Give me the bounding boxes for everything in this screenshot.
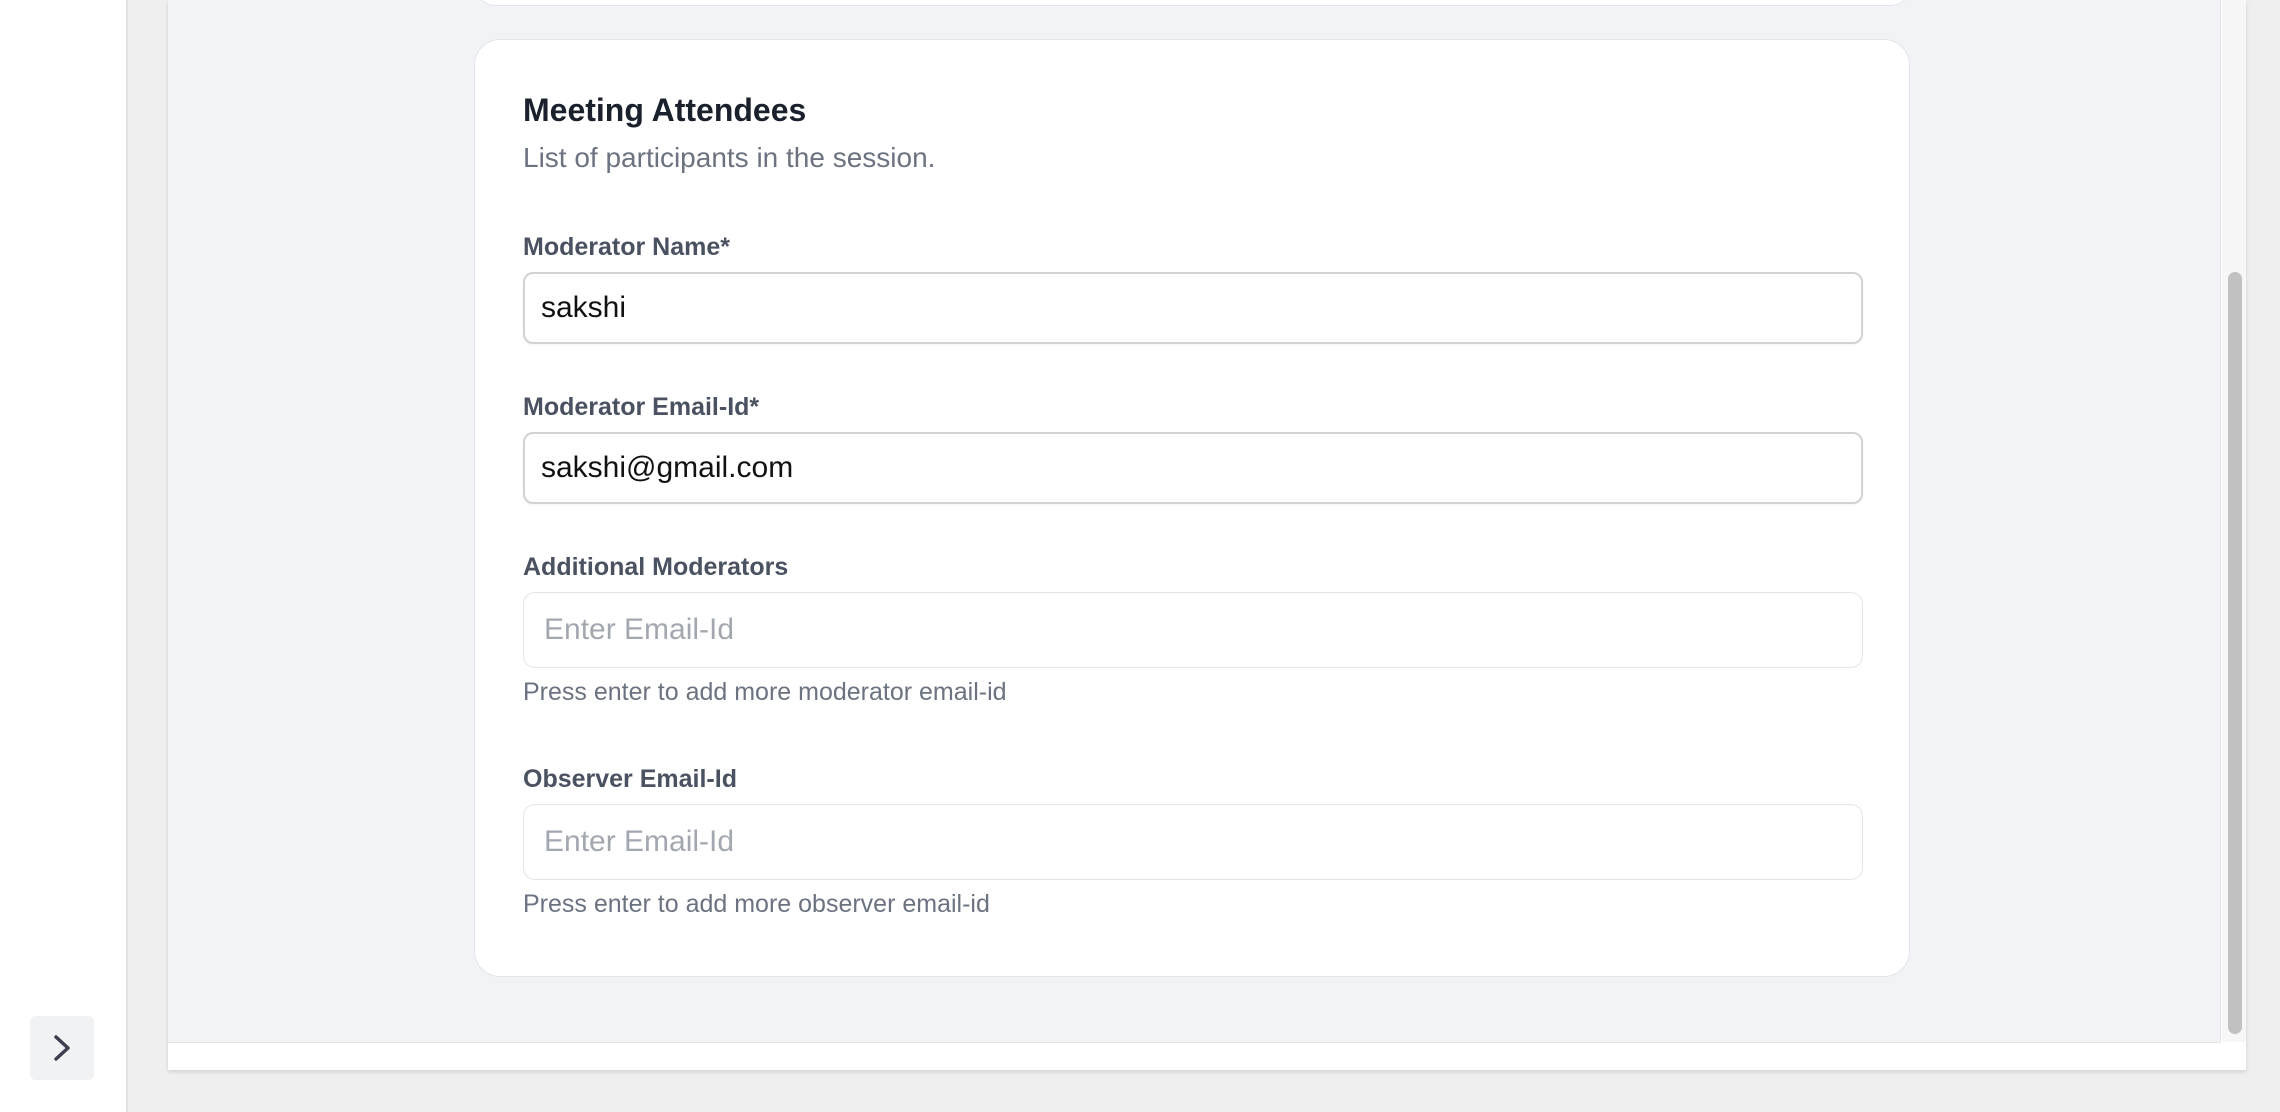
observer-email-help: Press enter to add more observer email-i… xyxy=(523,890,990,918)
moderator-email-input[interactable] xyxy=(523,432,1863,504)
chevron-right-icon xyxy=(54,1035,70,1061)
observer-email-label: Observer Email-Id xyxy=(523,765,737,793)
additional-moderators-label: Additional Moderators xyxy=(523,553,789,581)
meeting-attendees-card: Meeting Attendees List of participants i… xyxy=(474,39,1910,977)
main-panel: Meeting Attendees List of participants i… xyxy=(168,0,2246,1070)
scroll-content: Meeting Attendees List of participants i… xyxy=(168,0,2221,1043)
previous-card xyxy=(474,0,1912,6)
expand-sidebar-button[interactable] xyxy=(30,1016,94,1080)
scrollbar[interactable] xyxy=(2222,0,2246,1042)
section-title: Meeting Attendees xyxy=(523,92,807,128)
observer-email-input[interactable] xyxy=(523,804,1863,880)
additional-moderators-help: Press enter to add more moderator email-… xyxy=(523,678,1007,706)
moderator-email-label: Moderator Email-Id* xyxy=(523,393,760,421)
scrollbar-thumb[interactable] xyxy=(2228,272,2242,1034)
additional-moderators-input[interactable] xyxy=(523,592,1863,668)
moderator-name-label: Moderator Name* xyxy=(523,233,730,261)
moderator-name-input[interactable] xyxy=(523,272,1863,344)
section-subtitle: List of participants in the session. xyxy=(523,142,936,173)
left-sidebar xyxy=(0,0,128,1112)
